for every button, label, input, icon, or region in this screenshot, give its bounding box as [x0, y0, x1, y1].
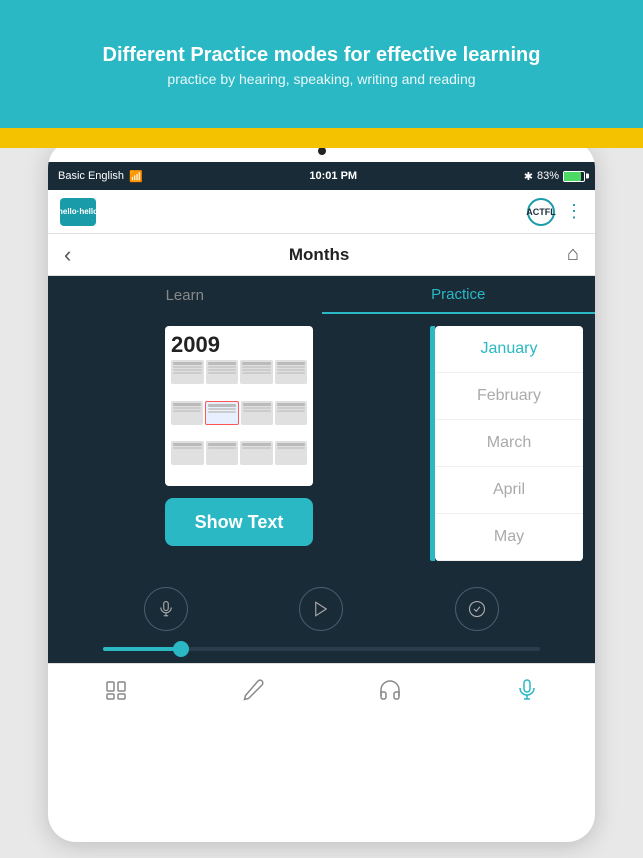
bottom-tab-bar [48, 663, 595, 715]
main-content: Learn Practice 2009 [48, 276, 595, 663]
top-banner: Different Practice modes for effective l… [0, 0, 643, 130]
month-list-wrapper: January February March April May [430, 326, 583, 561]
back-button[interactable]: ‹ [64, 242, 71, 268]
progress-bar[interactable] [103, 647, 541, 651]
page-title: Months [289, 245, 349, 265]
battery-icon [563, 171, 585, 182]
status-time: 10:01 PM [309, 170, 357, 182]
month-item-january[interactable]: January [435, 326, 583, 373]
status-right: ✱ 83% [524, 170, 585, 183]
camera-dot [318, 147, 326, 155]
content-area: 2009 [48, 314, 595, 573]
tab-speak[interactable] [458, 678, 595, 702]
month-list: January February March April May [435, 326, 583, 561]
month-item-may[interactable]: May [435, 514, 583, 561]
logo-icon: hello·hello [60, 198, 96, 226]
wifi-icon: 📶 [129, 170, 143, 183]
home-button[interactable]: ⌂ [567, 243, 579, 266]
status-left: Basic English 📶 [58, 170, 143, 183]
tab-bar: Learn Practice [48, 276, 595, 314]
carrier-label: Basic English [58, 170, 124, 182]
actfl-badge: ACTFL [527, 198, 555, 226]
month-item-february[interactable]: February [435, 373, 583, 420]
actfl-label: ACTFL [526, 207, 556, 217]
banner-title: Different Practice modes for effective l… [103, 44, 541, 67]
status-bar: Basic English 📶 10:01 PM ✱ 83% [48, 162, 595, 190]
check-button[interactable] [455, 587, 499, 631]
device-frame: Basic English 📶 10:01 PM ✱ 83% hello·hel… [48, 140, 595, 842]
show-text-button[interactable]: Show Text [165, 498, 313, 546]
month-item-march[interactable]: March [435, 420, 583, 467]
tab-vocab[interactable] [48, 678, 185, 702]
bottom-controls [48, 573, 595, 663]
tab-listen[interactable] [322, 678, 459, 702]
logo: hello·hello [60, 198, 96, 226]
battery-percent: 83% [537, 170, 559, 182]
calendar-image: 2009 [165, 326, 313, 486]
nav-bar: ‹ Months ⌂ [48, 234, 595, 276]
control-buttons [48, 587, 595, 631]
progress-fill [103, 647, 182, 651]
banner-subtitle: practice by hearing, speaking, writing a… [167, 71, 475, 87]
calendar-year: 2009 [171, 332, 307, 358]
microphone-button[interactable] [144, 587, 188, 631]
bluetooth-icon: ✱ [524, 170, 533, 183]
header-right: ACTFL ⋮ [527, 198, 583, 226]
app-header: hello·hello ACTFL ⋮ [48, 190, 595, 234]
play-button[interactable] [299, 587, 343, 631]
progress-thumb [173, 641, 189, 657]
tab-practice[interactable]: Practice [322, 276, 596, 314]
month-item-april[interactable]: April [435, 467, 583, 514]
left-panel: 2009 [60, 326, 418, 561]
tab-learn[interactable]: Learn [48, 276, 322, 314]
tab-write[interactable] [185, 678, 322, 702]
menu-icon[interactable]: ⋮ [565, 201, 583, 222]
